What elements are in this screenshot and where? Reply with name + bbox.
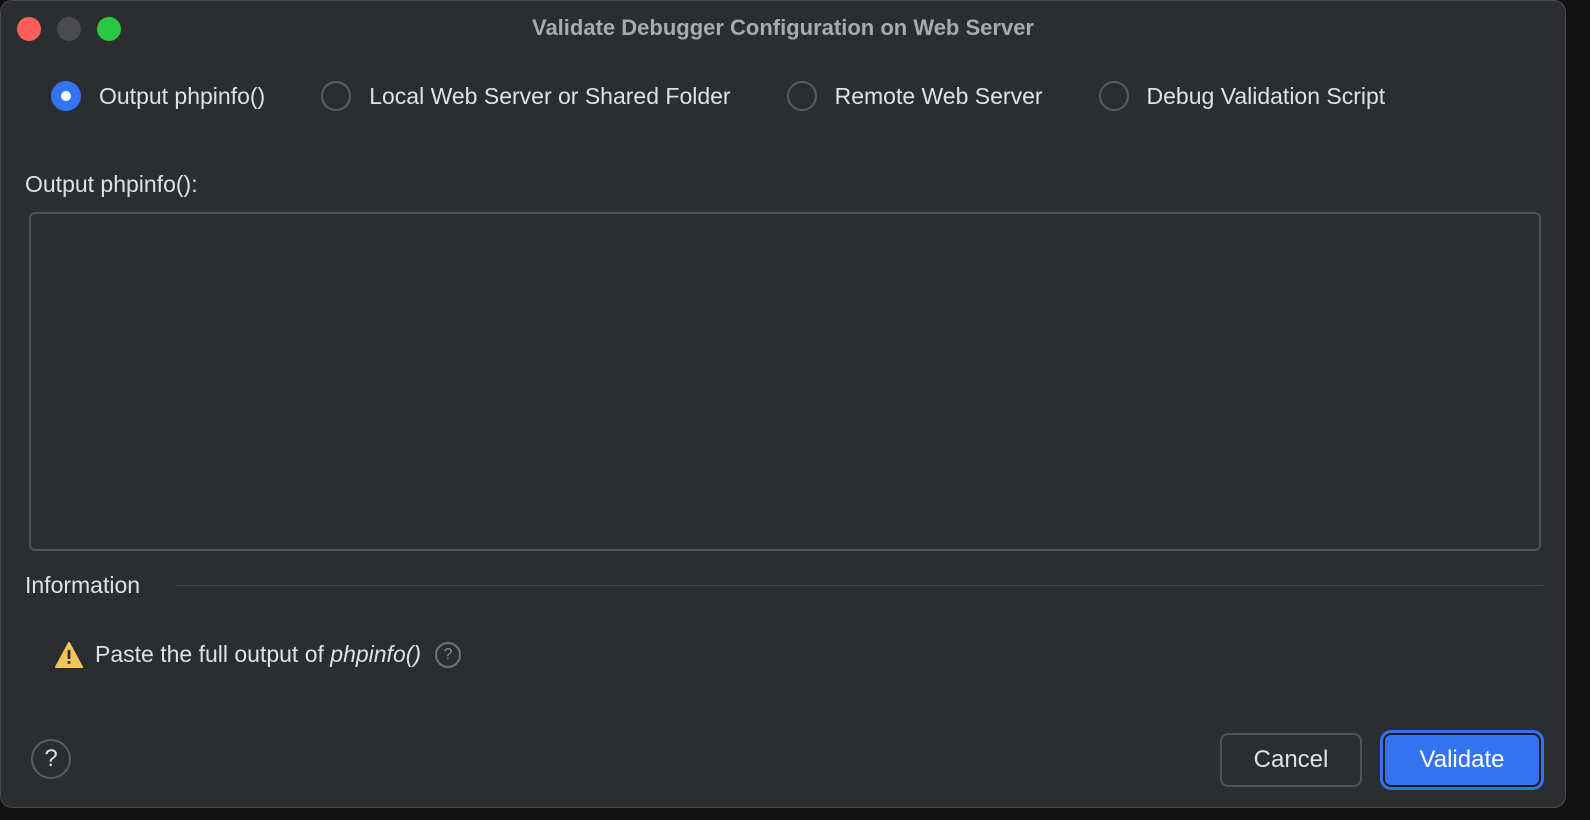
phpinfo-output-textarea[interactable]: [29, 212, 1541, 551]
information-message: Paste the full output of phpinfo() ?: [55, 641, 462, 668]
radio-label: Local Web Server or Shared Folder: [369, 82, 731, 109]
radio-circle: [1098, 81, 1129, 111]
radio-output-phpinfo[interactable]: Output phpinfo(): [51, 81, 265, 111]
cancel-button[interactable]: Cancel: [1220, 733, 1362, 787]
radio-remote-web-server[interactable]: Remote Web Server: [786, 81, 1043, 111]
information-heading: Information: [25, 572, 141, 598]
output-label: Output phpinfo():: [25, 171, 198, 197]
help-button[interactable]: ?: [31, 739, 71, 779]
divider: [176, 585, 1543, 586]
radio-local-web-server[interactable]: Local Web Server or Shared Folder: [321, 81, 731, 111]
warning-icon: [55, 641, 83, 668]
mode-radio-group: Output phpinfo() Local Web Server or Sha…: [51, 81, 1385, 111]
radio-debug-validation-script[interactable]: Debug Validation Script: [1098, 81, 1386, 111]
message-text: Paste the full output of: [95, 641, 331, 667]
radio-label: Debug Validation Script: [1146, 82, 1386, 109]
dialog-window: Validate Debugger Configuration on Web S…: [0, 0, 1566, 808]
radio-circle: [51, 81, 81, 111]
radio-label: Output phpinfo(): [99, 82, 266, 109]
help-question-icon[interactable]: ?: [435, 641, 462, 668]
radio-circle: [786, 81, 817, 111]
radio-label: Remote Web Server: [834, 82, 1043, 109]
radio-circle: [321, 81, 352, 111]
window-title: Validate Debugger Configuration on Web S…: [531, 15, 1034, 40]
validate-button[interactable]: Validate: [1383, 733, 1541, 787]
message-code: phpinfo(): [330, 641, 422, 667]
